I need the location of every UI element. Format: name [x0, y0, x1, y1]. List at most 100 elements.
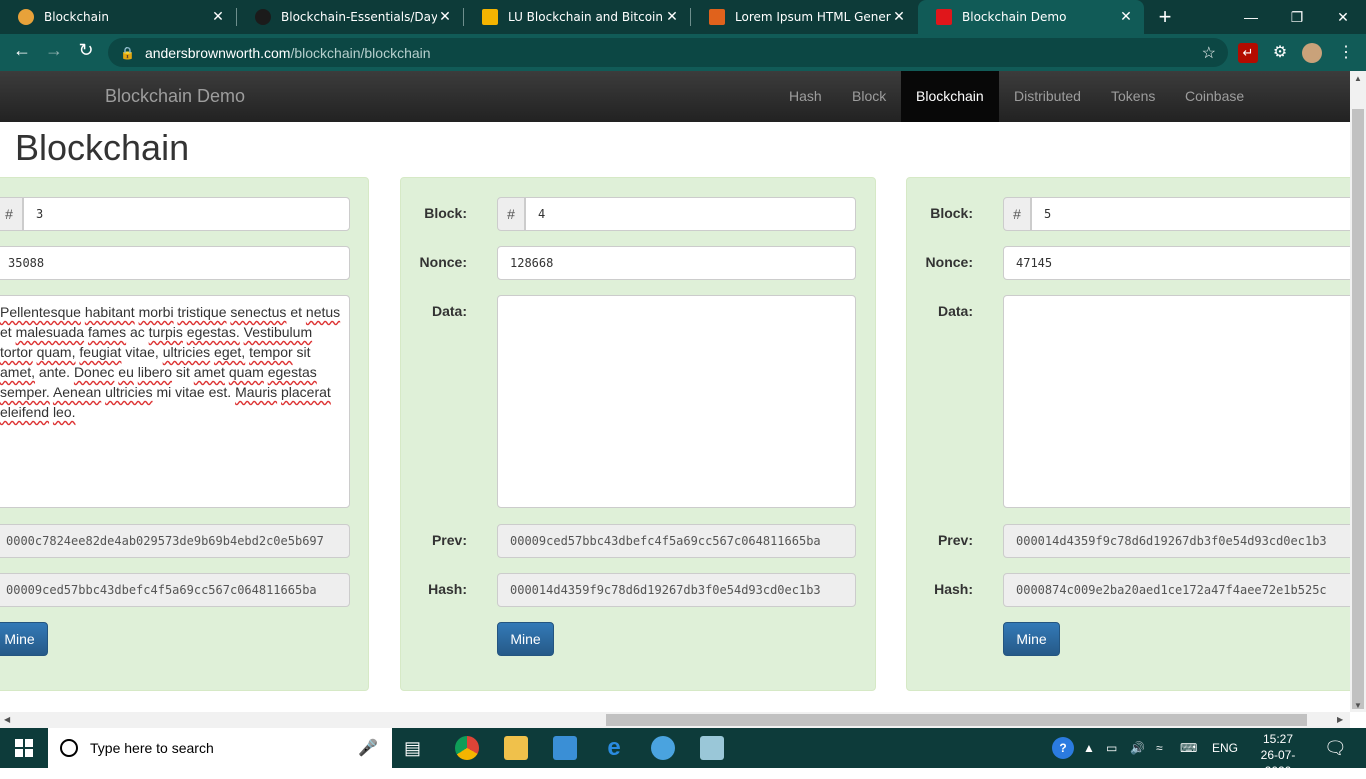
volume-icon[interactable]: 🔊 [1130, 728, 1145, 768]
block-card-4: Block: # 4 Nonce: 128668 Data: Prev: 000… [400, 177, 876, 691]
nav-tokens[interactable]: Tokens [1096, 71, 1170, 122]
address-bar[interactable]: 🔒 andersbrownworth.com/blockchain/blockc… [108, 38, 1228, 67]
block-label: Block: [424, 205, 467, 221]
keyboard-icon[interactable]: ⌨ [1180, 728, 1197, 768]
nonce-input[interactable]: 47145 [1003, 246, 1350, 280]
control-panel-icon[interactable] [553, 736, 577, 760]
browser-tab-4[interactable]: Lorem Ipsum HTML Generator ✕ [691, 0, 917, 34]
tab-title: Blockchain [44, 10, 109, 24]
back-arrow-icon[interactable]: ← [10, 40, 34, 61]
vertical-scroll-thumb[interactable] [1352, 109, 1364, 709]
minimize-icon[interactable]: — [1228, 0, 1274, 34]
reload-icon[interactable]: ↻ [74, 40, 98, 61]
new-tab-button[interactable]: + [1155, 4, 1175, 30]
mine-button[interactable]: Mine [497, 622, 554, 656]
nav-hash[interactable]: Hash [774, 71, 837, 122]
prev-label: Prev: [937, 532, 973, 548]
clock-time: 15:27 [1262, 732, 1294, 746]
notifications-icon[interactable]: 🗨 [1324, 728, 1347, 768]
horizontal-scroll-thumb[interactable] [606, 714, 1307, 726]
browser-tab-5[interactable]: Blockchain Demo ✕ [918, 0, 1144, 34]
block-number-addon: # [1003, 197, 1031, 231]
block-card-5: Block: # 5 Nonce: 47145 Data: Prev: 0000… [906, 177, 1350, 691]
prev-hash-field: 00009ced57bbc43dbefc4f5a69cc567c06481166… [497, 524, 856, 558]
forward-arrow-icon[interactable]: → [42, 40, 66, 61]
notes-app-icon[interactable] [700, 736, 724, 760]
github-favicon-icon [255, 9, 271, 25]
close-window-icon[interactable]: ✕ [1320, 0, 1366, 34]
block-card-3: # 3 35088 Pellentesque habitant morbi tr… [0, 177, 369, 691]
mine-button[interactable]: Mine [0, 622, 48, 656]
site-brand[interactable]: Blockchain Demo [105, 86, 245, 107]
url-path: /blockchain/blockchain [290, 44, 431, 61]
browser-tab-2[interactable]: Blockchain-Essentials/Day 3 As ✕ [237, 0, 463, 34]
acrobat-extension-icon[interactable]: ↵ [1238, 43, 1258, 63]
block-number-input[interactable]: 5 [1031, 197, 1350, 231]
nonce-input[interactable]: 128668 [497, 246, 856, 280]
page-content: Blockchain # 3 35088 Pellentesque habita… [0, 122, 1350, 712]
browser-tab-1[interactable]: Blockchain ✕ [0, 0, 236, 34]
language-indicator[interactable]: ENG [1212, 728, 1238, 768]
close-tab-icon[interactable]: ✕ [664, 9, 680, 25]
nav-coinbase[interactable]: Coinbase [1170, 71, 1259, 122]
close-tab-icon[interactable]: ✕ [210, 9, 226, 25]
data-textarea[interactable] [1003, 295, 1350, 508]
data-textarea[interactable] [497, 295, 856, 508]
clock[interactable]: 15:27 26-07-2020 [1250, 731, 1306, 779]
mine-button[interactable]: Mine [1003, 622, 1060, 656]
block-label: Block: [930, 205, 973, 221]
cortana-circle-icon [60, 739, 78, 757]
hash-field: 00009ced57bbc43dbefc4f5a69cc567c06481166… [0, 573, 350, 607]
edge-browser-icon[interactable]: e [602, 736, 626, 760]
nav-block[interactable]: Block [837, 71, 901, 122]
close-tab-icon[interactable]: ✕ [1118, 9, 1134, 25]
close-tab-icon[interactable]: ✕ [437, 9, 453, 25]
bookmark-star-icon[interactable]: ☆ [1202, 43, 1216, 63]
block-number-input[interactable]: 3 [23, 197, 350, 231]
scroll-down-arrow-icon[interactable]: ▼ [1354, 701, 1362, 710]
windows-start-button[interactable] [0, 728, 48, 768]
close-tab-icon[interactable]: ✕ [891, 9, 907, 25]
extensions-puzzle-icon[interactable]: ⚙ [1270, 43, 1290, 63]
hash-field: 000014d4359f9c78d6d19267db3f0e54d93cd0ec… [497, 573, 856, 607]
nav-distributed[interactable]: Distributed [999, 71, 1096, 122]
data-text: Pellentesque habitant morbi tristique se… [0, 304, 341, 420]
file-explorer-icon[interactable] [504, 736, 528, 760]
hash-label: Hash: [934, 581, 973, 597]
site-navbar: Blockchain Demo Hash Block Blockchain Di… [0, 71, 1350, 122]
prev-hash-field: 000014d4359f9c78d6d19267db3f0e54d93cd0ec… [1003, 524, 1350, 558]
hash-field: 0000874c009e2ba20aed1ce172a47f4aee72e1b5… [1003, 573, 1350, 607]
task-view-icon[interactable]: ▤ [404, 736, 428, 760]
browser-tab-strip: Blockchain ✕ Blockchain-Essentials/Day 3… [0, 0, 1366, 34]
microphone-icon[interactable]: 🎤 [358, 738, 378, 758]
tab-title: LU Blockchain and Bitcoin - Go [508, 10, 664, 24]
tab-title: Blockchain-Essentials/Day 3 As [281, 10, 437, 24]
tab-title: Lorem Ipsum HTML Generator [735, 10, 891, 24]
lock-icon: 🔒 [120, 45, 135, 60]
scroll-right-arrow-icon[interactable]: ▶ [1337, 715, 1343, 724]
menu-kebab-icon[interactable]: ⋮ [1336, 43, 1356, 63]
windows-taskbar: Type here to search 🎤 ▤ e ? ▲ ▭ 🔊 ≈ ⌨ EN… [0, 728, 1366, 778]
browser-toolbar: ← → ↻ 🔒 andersbrownworth.com/blockchain/… [0, 34, 1366, 71]
wifi-icon[interactable]: ≈ [1156, 728, 1163, 768]
scroll-up-arrow-icon[interactable]: ▲ [1354, 74, 1362, 83]
horizontal-scrollbar[interactable]: ◀ ▶ [0, 712, 1350, 728]
url-host: andersbrownworth.com [144, 44, 291, 61]
block-number-input[interactable]: 4 [525, 197, 856, 231]
nonce-input[interactable]: 35088 [0, 246, 350, 280]
vertical-scrollbar[interactable]: ▲ ▼ [1350, 71, 1366, 712]
network-device-icon[interactable]: ▭ [1106, 728, 1117, 768]
scroll-left-arrow-icon[interactable]: ◀ [4, 715, 10, 724]
help-icon[interactable]: ? [1052, 728, 1076, 768]
chevron-up-icon[interactable]: ▲ [1083, 728, 1095, 768]
browser-tab-3[interactable]: LU Blockchain and Bitcoin - Go ✕ [464, 0, 690, 34]
profile-avatar[interactable] [1302, 43, 1322, 63]
tips-bulb-icon[interactable] [651, 736, 675, 760]
taskbar-search-box[interactable]: Type here to search 🎤 [48, 728, 392, 768]
nav-blockchain[interactable]: Blockchain [901, 71, 999, 122]
restore-icon[interactable]: ❐ [1274, 0, 1320, 34]
data-textarea[interactable]: Pellentesque habitant morbi tristique se… [0, 295, 350, 508]
search-placeholder: Type here to search [90, 740, 214, 756]
hash-label: Hash: [428, 581, 467, 597]
chrome-taskbar-icon[interactable] [455, 736, 479, 760]
